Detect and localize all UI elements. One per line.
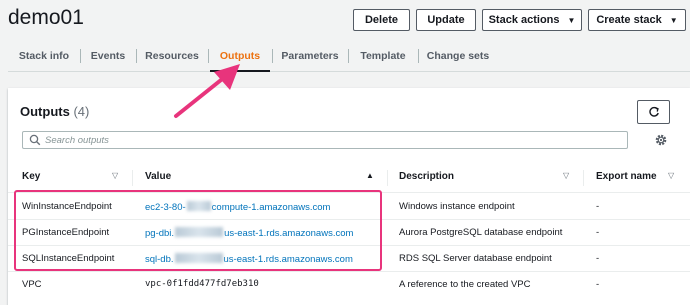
- tab-stack-info[interactable]: Stack info: [8, 40, 80, 71]
- stack-actions-label: Stack actions: [488, 14, 560, 26]
- column-divider: [387, 170, 388, 186]
- tab-events[interactable]: Events: [80, 40, 136, 71]
- sort-caret-icon[interactable]: ▽: [668, 171, 674, 180]
- tab-change-sets[interactable]: Change sets: [418, 40, 498, 71]
- outputs-heading: Outputs (4): [20, 104, 89, 119]
- outputs-title: Outputs: [20, 104, 70, 119]
- output-export-name: -: [596, 253, 600, 264]
- sort-caret-icon[interactable]: ▽: [563, 171, 569, 180]
- delete-button[interactable]: Delete: [353, 9, 410, 31]
- column-divider: [132, 170, 133, 186]
- page-header: demo01 Delete Update Stack actions ▼ Crea…: [0, 0, 690, 40]
- output-description: Windows instance endpoint: [399, 201, 515, 212]
- delete-button-label: Delete: [364, 14, 399, 26]
- create-stack-button[interactable]: Create stack ▼: [588, 9, 686, 31]
- output-export-name: -: [596, 279, 600, 290]
- stack-title: demo01: [8, 6, 84, 29]
- table-row: VPC vpc-0f1fdd477fd7eb310 A reference to…: [8, 272, 690, 298]
- tab-template[interactable]: Template: [348, 40, 418, 71]
- column-header-value[interactable]: Value: [145, 171, 171, 182]
- create-stack-label: Create stack: [596, 14, 662, 26]
- refresh-button[interactable]: [637, 100, 670, 124]
- column-header-export-name[interactable]: Export name: [596, 171, 657, 182]
- output-value: vpc-0f1fdd477fd7eb310: [145, 279, 259, 289]
- search-outputs-field[interactable]: [22, 131, 628, 149]
- column-header-key[interactable]: Key: [22, 171, 40, 182]
- outputs-table-header: Key ▽ Value ▲ Description ▽ Export name …: [8, 163, 690, 193]
- output-export-name: -: [596, 201, 600, 212]
- caret-down-icon: ▼: [669, 15, 678, 25]
- output-description: Aurora PostgreSQL database endpoint: [399, 227, 563, 238]
- outputs-count: (4): [73, 104, 90, 119]
- stack-actions-button[interactable]: Stack actions ▼: [482, 9, 582, 31]
- tab-parameters[interactable]: Parameters: [272, 40, 348, 71]
- update-button[interactable]: Update: [416, 9, 476, 31]
- caret-down-icon: ▼: [567, 15, 576, 25]
- gear-icon[interactable]: [654, 133, 668, 147]
- stack-tabs: Stack info Events Resources Outputs Para…: [8, 40, 690, 72]
- search-outputs-input[interactable]: [45, 133, 615, 147]
- annotation-highlight-box: [14, 190, 382, 271]
- column-divider: [583, 170, 584, 186]
- output-description: A reference to the created VPC: [399, 279, 531, 290]
- output-key: VPC: [22, 279, 42, 290]
- column-header-description[interactable]: Description: [399, 171, 454, 182]
- sort-caret-icon[interactable]: ▲: [366, 171, 374, 180]
- output-export-name: -: [596, 227, 600, 238]
- annotation-arrow: [174, 64, 240, 118]
- search-icon: [29, 134, 41, 146]
- sort-caret-icon[interactable]: ▽: [112, 171, 118, 180]
- output-description: RDS SQL Server database endpoint: [399, 253, 552, 264]
- update-button-label: Update: [427, 14, 465, 26]
- refresh-icon: [648, 106, 659, 117]
